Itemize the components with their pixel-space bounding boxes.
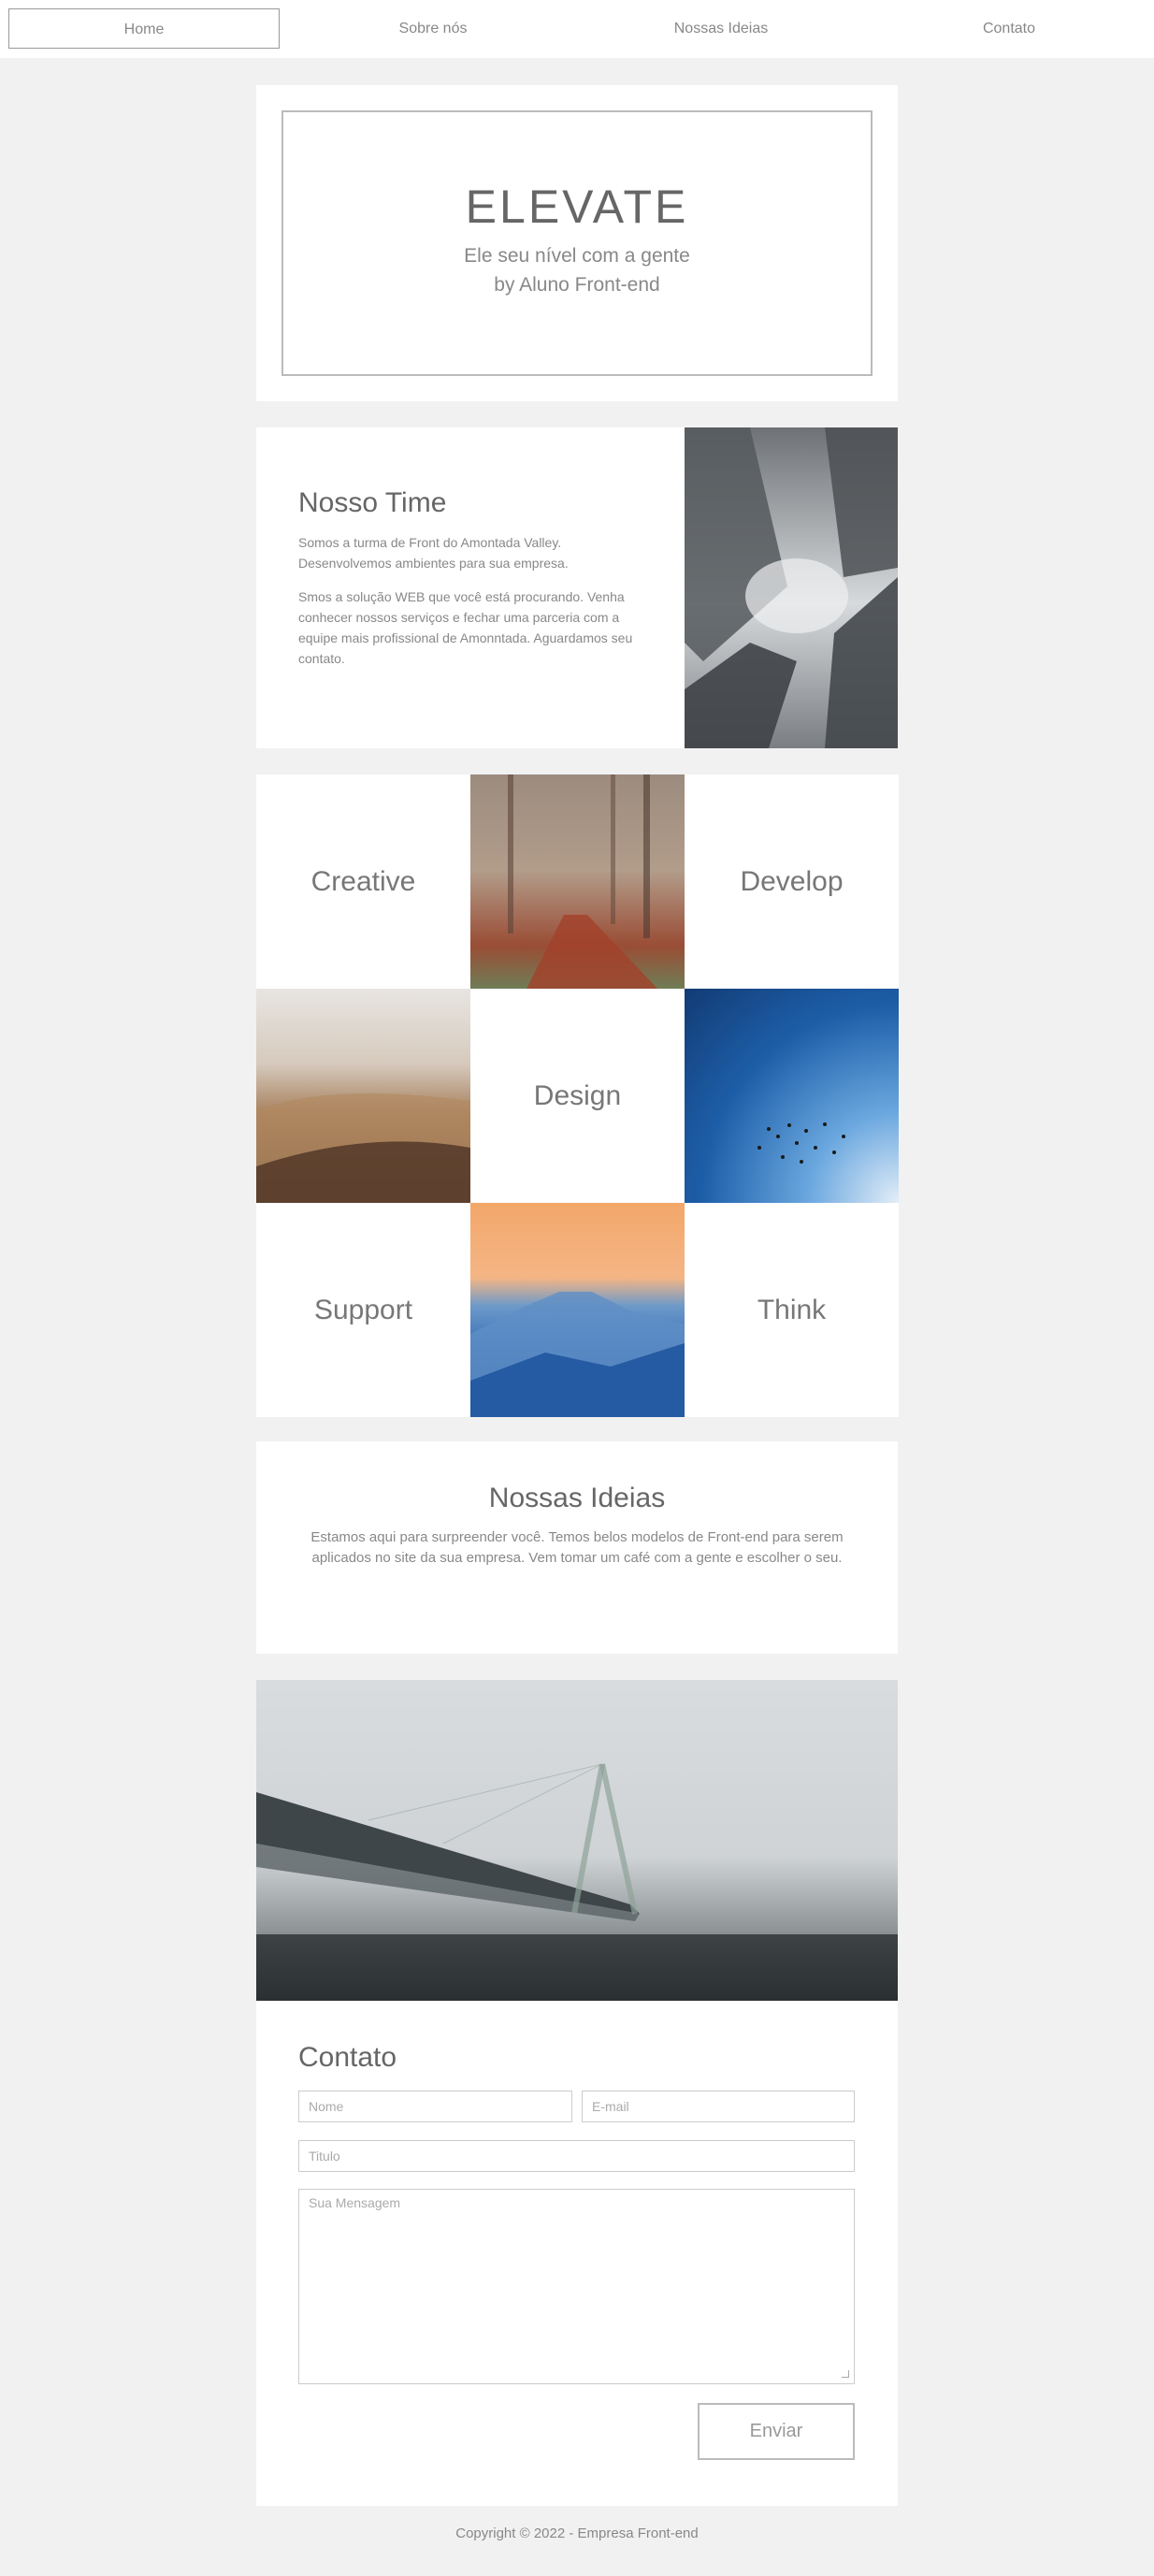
forest-image: [470, 774, 685, 989]
bridge-image: [256, 1680, 898, 2001]
team-text: Nosso Time Somos a turma de Front do Amo…: [298, 487, 644, 682]
contact-title: Contato: [298, 2042, 397, 2073]
hero-byline: by Aluno Front-end: [494, 274, 660, 296]
top-nav: Home Sobre nós Nossas Ideias Contato: [0, 0, 1154, 58]
team-paragraph-1: Somos a turma de Front do Amontada Valle…: [298, 535, 569, 571]
submit-button[interactable]: Enviar: [698, 2403, 855, 2460]
desert-image: [256, 989, 470, 1203]
grid-word-creative: Creative: [256, 774, 470, 989]
email-input[interactable]: [582, 2091, 855, 2122]
team-paragraph-2: Smos a solução WEB que você está procura…: [298, 589, 633, 666]
hero-frame: ELEVATE Ele seu nível com a gente by Alu…: [281, 110, 873, 376]
hero-section: ELEVATE Ele seu nível com a gente by Alu…: [256, 85, 898, 401]
message-textarea[interactable]: [298, 2189, 855, 2384]
grid-word-develop: Develop: [685, 774, 899, 989]
ideias-section: Nossas Ideias Estamos aqui para surpreen…: [256, 1441, 898, 1654]
services-grid: Creative Develop Design Support Think: [256, 774, 899, 1417]
nav-sobre-nos[interactable]: Sobre nós: [297, 8, 569, 49]
resize-grip-icon[interactable]: [842, 2370, 849, 2378]
skyscrapers-image: [685, 427, 898, 748]
team-title: Nosso Time: [298, 487, 447, 518]
grid-word-design: Design: [470, 989, 685, 1203]
mountain-image: [470, 1203, 685, 1417]
ideias-text: Estamos aqui para surpreender você. Temo…: [310, 1529, 844, 1566]
nav-home[interactable]: Home: [8, 8, 280, 49]
birds-sky-image: [685, 989, 899, 1203]
hero-subtitle: Ele seu nível com a gente: [464, 245, 690, 267]
ideias-title: Nossas Ideias: [488, 1483, 666, 1513]
name-input[interactable]: [298, 2091, 572, 2122]
contact-section: Contato Enviar: [256, 2001, 898, 2506]
grid-word-think: Think: [685, 1203, 899, 1417]
footer-copyright: Copyright © 2022 - Empresa Front-end: [455, 2525, 699, 2541]
team-section: Nosso Time Somos a turma de Front do Amo…: [256, 427, 898, 748]
title-input[interactable]: [298, 2140, 855, 2172]
grid-word-support: Support: [256, 1203, 470, 1417]
nav-nossas-ideias[interactable]: Nossas Ideias: [585, 8, 857, 49]
hero-title: ELEVATE: [465, 181, 689, 233]
nav-contato[interactable]: Contato: [873, 8, 1145, 49]
